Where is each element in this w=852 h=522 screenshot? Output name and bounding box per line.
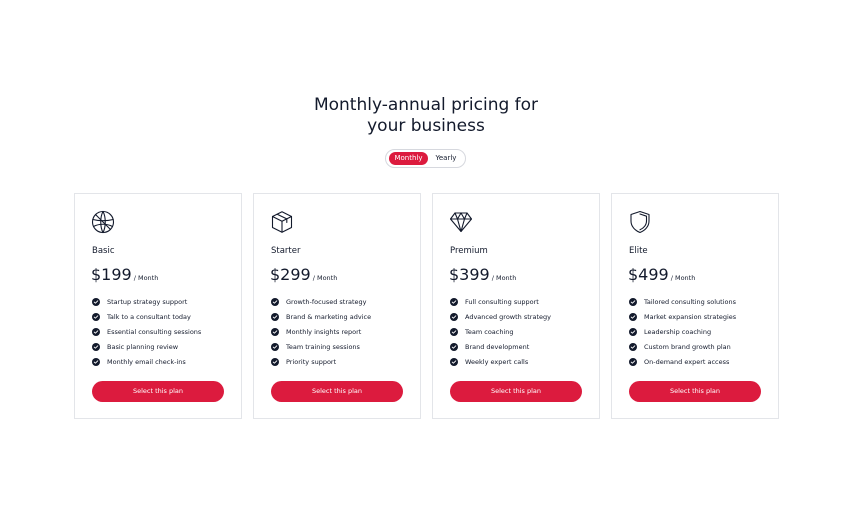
plan-feature-list: Startup strategy support Talk to a consu… [92,294,201,369]
feature-text: On-demand expert access [644,357,730,366]
feature-item: Startup strategy support [92,294,201,309]
feature-item: Team coaching [450,324,551,339]
dribbble-ball-icon [91,210,115,234]
check-circle-icon [450,342,458,351]
plan-card-premium: Premium $399/ Month Full consulting supp… [432,193,600,419]
feature-text: Full consulting support [465,297,539,306]
check-circle-icon [629,327,637,336]
feature-item: Leadership coaching [629,324,736,339]
plan-period: / Month [670,274,696,282]
feature-text: Priority support [286,357,337,366]
feature-item: Essential consulting sessions [92,324,201,339]
plan-price-row: $399/ Month [449,265,516,284]
check-circle-icon [450,297,458,306]
check-circle-icon [271,342,279,351]
check-circle-icon [92,357,100,366]
plan-name: Starter [271,246,301,256]
feature-text: Growth-focused strategy [286,297,367,306]
plan-feature-list: Tailored consulting solutions Market exp… [629,294,736,369]
plan-card-starter: Starter $299/ Month Growth-focused strat… [253,193,421,419]
diamond-icon [449,210,473,234]
plan-price: $499 [628,265,669,284]
plan-price: $199 [91,265,132,284]
plan-period: / Month [133,274,159,282]
feature-item: Monthly insights report [271,324,371,339]
check-circle-icon [271,327,279,336]
feature-text: Startup strategy support [107,297,188,306]
shield-icon [628,210,652,234]
feature-item: On-demand expert access [629,354,736,369]
plan-price: $399 [449,265,490,284]
feature-item: Custom brand growth plan [629,339,736,354]
feature-item: Weekly expert calls [450,354,551,369]
feature-item: Growth-focused strategy [271,294,371,309]
page-title: Monthly-annual pricing for your business [0,95,852,137]
plan-price: $299 [270,265,311,284]
check-circle-icon [92,327,100,336]
check-circle-icon [92,297,100,306]
feature-text: Monthly email check-ins [107,357,186,366]
select-plan-button-basic[interactable]: Select this plan [92,381,224,402]
select-plan-button-elite[interactable]: Select this plan [629,381,761,402]
check-circle-icon [271,297,279,306]
feature-item: Priority support [271,354,371,369]
plan-card-elite: Elite $499/ Month Tailored consulting so… [611,193,779,419]
feature-text: Monthly insights report [286,327,362,336]
check-circle-icon [450,327,458,336]
billing-monthly-option[interactable]: Monthly [389,152,428,165]
check-circle-icon [271,312,279,321]
feature-text: Essential consulting sessions [107,327,202,336]
feature-item: Market expansion strategies [629,309,736,324]
feature-text: Custom brand growth plan [644,342,731,351]
feature-item: Advanced growth strategy [450,309,551,324]
plan-feature-list: Growth-focused strategy Brand & marketin… [271,294,371,369]
plan-name: Elite [629,246,648,256]
feature-text: Basic planning review [107,342,179,351]
check-circle-icon [450,357,458,366]
feature-text: Advanced growth strategy [465,312,551,321]
feature-text: Brand & marketing advice [286,312,372,321]
feature-item: Talk to a consultant today [92,309,201,324]
plan-name: Basic [92,246,115,256]
feature-item: Tailored consulting solutions [629,294,736,309]
box-icon [270,210,294,234]
check-circle-icon [629,312,637,321]
plan-period: / Month [312,274,338,282]
feature-text: Market expansion strategies [644,312,737,321]
feature-item: Monthly email check-ins [92,354,201,369]
plan-card-basic: Basic $199/ Month Startup strategy suppo… [74,193,242,419]
plan-feature-list: Full consulting support Advanced growth … [450,294,551,369]
page-title-line-2: your business [367,116,485,136]
billing-yearly-option[interactable]: Yearly [430,152,462,165]
check-circle-icon [629,357,637,366]
plan-period: / Month [491,274,517,282]
select-plan-button-starter[interactable]: Select this plan [271,381,403,402]
check-circle-icon [629,297,637,306]
feature-text: Team coaching [465,327,514,336]
feature-text: Leadership coaching [644,327,712,336]
page-title-line-1: Monthly-annual pricing for [313,95,539,115]
check-circle-icon [92,342,100,351]
select-plan-button-premium[interactable]: Select this plan [450,381,582,402]
feature-text: Team training sessions [286,342,360,351]
check-circle-icon [92,312,100,321]
plan-name: Premium [450,246,488,256]
feature-text: Weekly expert calls [465,357,529,366]
billing-toggle[interactable]: Monthly Yearly [385,149,466,168]
feature-text: Brand development [465,342,530,351]
check-circle-icon [450,312,458,321]
plan-price-row: $299/ Month [270,265,337,284]
plan-price-row: $199/ Month [91,265,158,284]
feature-item: Basic planning review [92,339,201,354]
feature-item: Brand development [450,339,551,354]
feature-item: Full consulting support [450,294,551,309]
check-circle-icon [271,357,279,366]
feature-text: Tailored consulting solutions [644,297,736,306]
check-circle-icon [629,342,637,351]
feature-item: Team training sessions [271,339,371,354]
plan-price-row: $499/ Month [628,265,695,284]
feature-item: Brand & marketing advice [271,309,371,324]
feature-text: Talk to a consultant today [107,312,191,321]
